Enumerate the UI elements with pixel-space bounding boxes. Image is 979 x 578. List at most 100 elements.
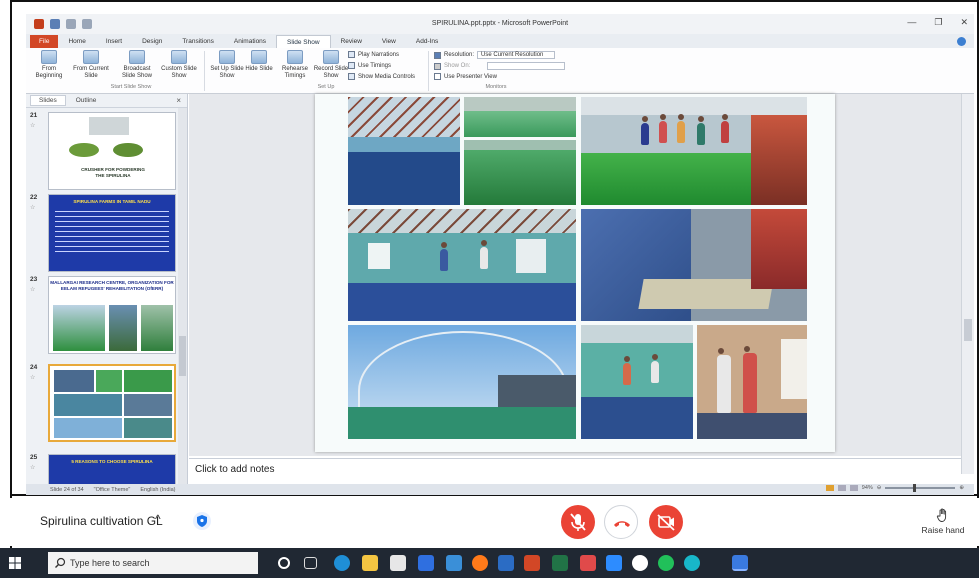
slide-thumbnail-selected[interactable]: 24 ☆ xyxy=(26,362,178,444)
resolution-select[interactable]: Use Current Resolution xyxy=(477,51,556,59)
thumbnail-image xyxy=(48,364,176,442)
zoom-in-icon[interactable]: ⊕ xyxy=(959,485,964,491)
leave-call-button[interactable] xyxy=(604,505,638,539)
play-narrations-checkbox[interactable]: Play Narrations xyxy=(348,51,399,58)
record-button[interactable]: Record Slide Show xyxy=(310,50,352,80)
thumbnail-caption: SPIRULINA FARMS IN TAMIL NADU xyxy=(73,199,151,204)
resolution-label: Resolution: xyxy=(444,52,475,58)
tab-slides[interactable]: Slides xyxy=(30,95,66,106)
chrome-active-icon[interactable] xyxy=(732,555,748,571)
checkbox-icon xyxy=(434,73,441,80)
tab-animations[interactable]: Animations xyxy=(224,35,276,48)
chevron-up-icon[interactable]: ^ xyxy=(155,512,161,526)
hide-slide-button[interactable]: Hide Slide xyxy=(242,50,276,73)
slide-thumbnail[interactable]: 25 ☆ 5 REASONS TO CHOOSE SPIRULINA xyxy=(26,452,178,484)
people-group xyxy=(751,209,807,289)
tab-insert[interactable]: Insert xyxy=(96,35,132,48)
presenter-view-checkbox[interactable]: Use Presenter View xyxy=(434,73,497,80)
slide-24[interactable] xyxy=(315,94,835,452)
meeting-name[interactable]: Spirulina cultivation GL xyxy=(40,514,163,528)
task-view-icon[interactable] xyxy=(304,557,317,569)
powder-photo xyxy=(69,143,99,157)
tab-home[interactable]: Home xyxy=(58,35,95,48)
close-pane-icon[interactable]: × xyxy=(176,96,181,105)
resolution-row: Resolution: Use Current Resolution xyxy=(434,51,556,59)
zoom-slider-knob[interactable] xyxy=(913,484,917,492)
use-timings-checkbox[interactable]: Use Timings xyxy=(348,62,391,69)
edge-icon[interactable] xyxy=(334,555,350,571)
scrollbar-handle[interactable] xyxy=(179,336,186,376)
slides-pane-scrollbar[interactable] xyxy=(178,108,187,484)
custom-show-button[interactable]: Custom Slide Show xyxy=(158,50,200,80)
windows-start-button[interactable] xyxy=(0,548,30,578)
thumbnail-text-lines xyxy=(55,210,169,255)
thumbnail-photo xyxy=(124,418,172,438)
notes-pane[interactable]: Click to add notes xyxy=(189,458,961,478)
microphone-off-button[interactable] xyxy=(561,505,595,539)
tab-file[interactable]: File xyxy=(30,35,59,48)
title-bar: SPIRULINA.ppt.pptx - Microsoft PowerPoin… xyxy=(26,14,974,34)
store-icon[interactable] xyxy=(390,555,406,571)
app-icon[interactable] xyxy=(658,555,674,571)
chrome-icon[interactable] xyxy=(632,555,648,571)
firefox-icon[interactable] xyxy=(472,555,488,571)
tab-review[interactable]: Review xyxy=(331,35,372,48)
status-bar: Slide 24 of 34 "Office Theme" English (I… xyxy=(26,484,974,495)
slide-thumbnail[interactable]: 21 ☆ CRUSHER FOR POWDERING THE SPIRULINA xyxy=(26,110,178,192)
tab-add-ins[interactable]: Add-Ins xyxy=(406,35,448,48)
from-beginning-button[interactable]: From Beginning xyxy=(28,50,70,80)
slides-pane-tabs: Slides Outline × xyxy=(26,94,187,108)
thumbnail-photo xyxy=(109,305,137,351)
slide-vertical-scrollbar[interactable] xyxy=(961,94,974,474)
help-icon[interactable] xyxy=(957,37,966,46)
camtasia-icon[interactable] xyxy=(684,555,700,571)
taskbar-search-box[interactable]: Type here to search xyxy=(48,552,258,574)
excel-icon[interactable] xyxy=(552,555,568,571)
dropbox-icon[interactable] xyxy=(418,555,434,571)
raise-hand-button[interactable]: Raise hand xyxy=(920,507,966,535)
normal-view-icon[interactable] xyxy=(825,485,834,491)
thumbnail-photo xyxy=(54,394,122,416)
minimize-button[interactable]: — xyxy=(907,17,916,28)
tab-design[interactable]: Design xyxy=(132,35,172,48)
restore-button[interactable]: ❐ xyxy=(934,17,942,28)
mail-icon[interactable] xyxy=(446,555,462,571)
thumbnail-photo xyxy=(53,305,105,351)
paint-icon[interactable] xyxy=(580,555,596,571)
from-current-button[interactable]: From Current Slide xyxy=(70,50,112,80)
powerpoint-icon[interactable] xyxy=(524,555,540,571)
word-icon[interactable] xyxy=(498,555,514,571)
thumbnail-caption: 5 REASONS TO CHOOSE SPIRULINA xyxy=(71,459,153,464)
cortana-icon[interactable] xyxy=(278,557,290,569)
zoom-slider[interactable] xyxy=(885,484,956,492)
slide-thumbnail[interactable]: 22 ☆ SPIRULINA FARMS IN TAMIL NADU xyxy=(26,192,178,274)
broadcast-button[interactable]: Broadcast Slide Show xyxy=(116,50,158,80)
zoom-control: 94% ⊖ ⊕ xyxy=(825,484,964,492)
slide-canvas xyxy=(189,94,961,456)
tab-outline[interactable]: Outline xyxy=(68,96,105,105)
shield-icon[interactable] xyxy=(193,512,211,530)
close-button[interactable]: ✕ xyxy=(960,17,968,28)
tab-view[interactable]: View xyxy=(372,35,406,48)
slide-sorter-icon[interactable] xyxy=(837,485,846,491)
hide-slide-label: Hide Slide xyxy=(245,66,273,72)
slide-thumbnail[interactable]: 23 ☆ MALLARGAI RESEARCH CENTRE, ORGANIZA… xyxy=(26,274,178,356)
zoom-app-icon[interactable] xyxy=(606,555,622,571)
language[interactable]: English (India) xyxy=(140,487,175,493)
tab-transitions[interactable]: Transitions xyxy=(172,35,224,48)
reading-view-icon[interactable] xyxy=(849,485,858,491)
camera-off-button[interactable] xyxy=(649,505,683,539)
media-controls-checkbox[interactable]: Show Media Controls xyxy=(348,73,415,80)
scrollbar-handle[interactable] xyxy=(964,319,972,341)
windows-logo-icon xyxy=(9,557,21,569)
shared-screen: SPIRULINA.ppt.pptx - Microsoft PowerPoin… xyxy=(26,14,974,495)
zoom-out-icon[interactable]: ⊖ xyxy=(877,485,882,491)
theme-name: "Office Theme" xyxy=(93,486,131,493)
file-explorer-icon[interactable] xyxy=(362,555,378,571)
thumbnail-photo xyxy=(54,370,94,392)
zoom-level[interactable]: 94% xyxy=(862,485,873,491)
pool-water xyxy=(464,150,576,205)
tab-slide-show[interactable]: Slide Show xyxy=(276,35,331,48)
show-on-select[interactable] xyxy=(487,62,566,70)
transition-star-icon: ☆ xyxy=(30,465,36,471)
